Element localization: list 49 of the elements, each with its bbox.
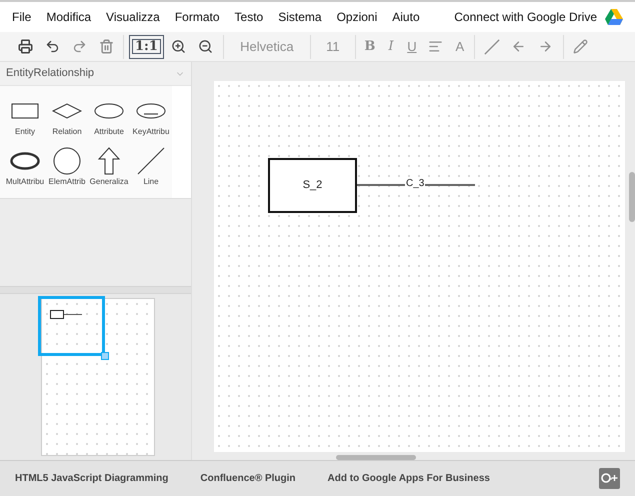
undo-icon [44, 39, 60, 54]
relation-icon [52, 103, 82, 119]
shape-label: Line [143, 176, 159, 188]
footer-link[interactable]: Add to Google Apps For Business [328, 471, 490, 486]
menu-item[interactable]: File [12, 8, 32, 26]
entity-icon [11, 103, 39, 119]
menu-item[interactable]: Aiuto [392, 8, 420, 26]
menu-item[interactable]: Sistema [278, 8, 322, 26]
mini-diagram [50, 310, 82, 319]
actual-size-button[interactable]: 1:1 [129, 34, 164, 58]
menu-item[interactable]: Testo [234, 8, 264, 26]
shape-label: Entity [14, 126, 35, 138]
horizontal-scrollbar[interactable] [336, 455, 416, 460]
palette-header[interactable]: EntityRelationship [0, 62, 191, 86]
shape-label: Attribute [94, 126, 124, 138]
shape-label: Relation [52, 126, 82, 138]
footer-link[interactable]: Confluence® Plugin [200, 471, 296, 486]
shape-label: MultAttribu [6, 176, 44, 188]
google-plus-icon[interactable] [599, 468, 620, 489]
key-attribute-icon [136, 103, 166, 119]
trash-icon [98, 39, 114, 54]
shape-label: KeyAttribu [132, 126, 170, 138]
google-drive-link[interactable]: Connect with Google Drive [454, 8, 597, 26]
arrow-right-icon [538, 39, 554, 54]
circle-icon [53, 147, 81, 175]
shape-label: Generaliza [90, 176, 128, 188]
pencil-icon [573, 39, 588, 54]
align-left-icon [428, 39, 444, 54]
print-icon [18, 39, 32, 54]
viewport-frame[interactable] [38, 296, 105, 356]
menu-item[interactable]: Opzioni [336, 8, 378, 26]
vertical-scrollbar[interactable] [629, 172, 635, 222]
multi-attribute-icon [10, 152, 40, 170]
up-arrow-icon [98, 147, 120, 175]
menu-item[interactable]: Modifica [46, 8, 92, 26]
menu-item[interactable]: Formato [174, 8, 220, 26]
footer-link[interactable]: HTML5 JavaScript Diagramming [15, 471, 168, 486]
line-icon [137, 147, 165, 175]
entity-shape[interactable]: S_2 [268, 158, 357, 213]
diagonal-line-icon [484, 38, 500, 54]
drive-icon [605, 9, 623, 25]
zoom-in-icon [171, 39, 186, 54]
menu-item[interactable]: Visualizza [106, 8, 160, 26]
connector-label: C_3 [405, 178, 426, 190]
attribute-icon [94, 103, 124, 119]
zoom-out-icon [198, 39, 214, 54]
redo-icon [72, 39, 86, 54]
shape-label: ElemAttrib [48, 176, 86, 188]
resize-handle[interactable] [101, 352, 109, 360]
